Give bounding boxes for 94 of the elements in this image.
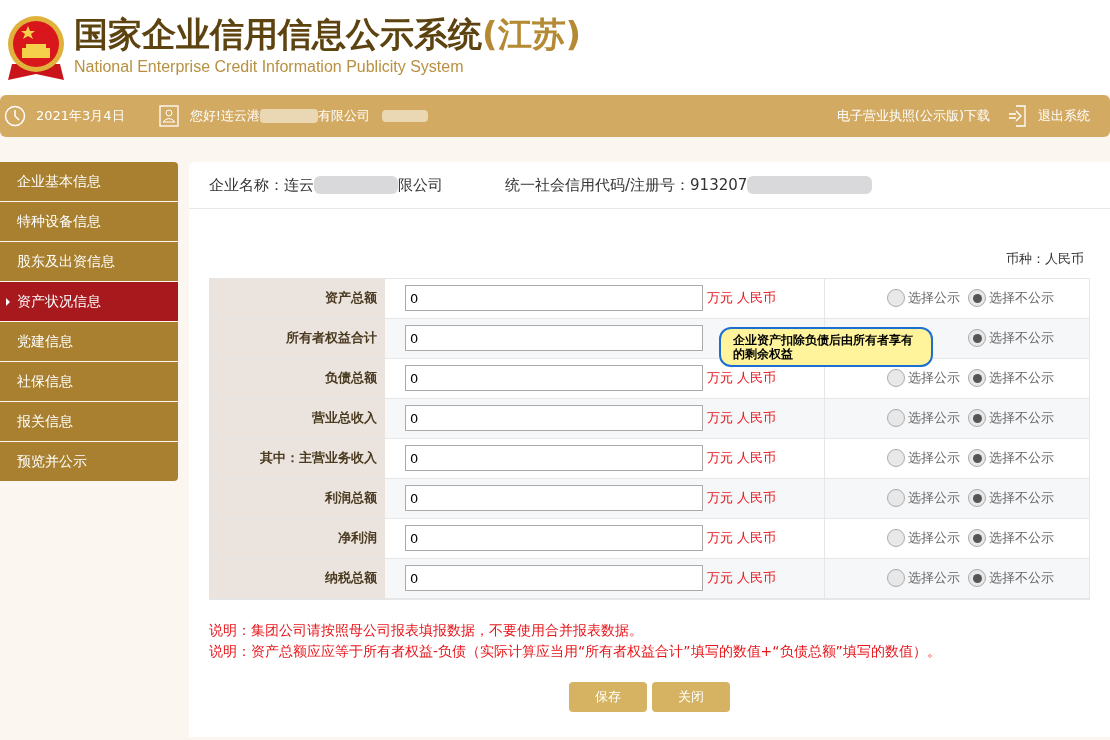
radio-option[interactable]: 选择不公示: [968, 448, 1054, 468]
greeting-text: 有限公司: [317, 107, 370, 126]
option-label: 选择不公示: [989, 369, 1054, 388]
radio-button[interactable]: [968, 489, 986, 507]
option-label: 选择不公示: [989, 489, 1054, 508]
radio-option[interactable]: 选择不公示: [968, 408, 1054, 428]
unit-text: 万元 人民币: [707, 489, 777, 508]
amount-field[interactable]: 0: [405, 285, 703, 311]
unit-text: 万元 人民币: [707, 449, 777, 468]
radio-button[interactable]: [887, 489, 905, 507]
tooltip: 企业资产扣除负债后由所有者享有的剩余权益: [719, 327, 933, 367]
blurred-text: [259, 109, 318, 123]
sidebar-item[interactable]: 预览并公示: [0, 442, 178, 481]
sidebar-item[interactable]: 特种设备信息: [0, 202, 178, 241]
field-label: 净利润: [210, 518, 385, 558]
radio-button[interactable]: [968, 409, 986, 427]
radio-option[interactable]: 选择不公示: [968, 288, 1054, 308]
radio-option[interactable]: 选择公示: [887, 448, 960, 468]
field-label: 利润总额: [210, 478, 385, 518]
radio-option[interactable]: 选择不公示: [968, 568, 1054, 588]
blurred-text: [381, 110, 428, 122]
currency-label: 币种：人民币: [1006, 250, 1084, 268]
field-label: 所有者权益合计: [210, 318, 385, 358]
region-title: (江苏): [482, 16, 582, 51]
radio-button[interactable]: [887, 449, 905, 467]
amount-field[interactable]: 0: [405, 325, 703, 351]
caret-icon: [6, 298, 10, 306]
option-label: 选择公示: [908, 409, 960, 428]
radio-button[interactable]: [887, 569, 905, 587]
amount-field[interactable]: 0: [405, 485, 703, 511]
unit-text: 万元 人民币: [707, 409, 777, 428]
sidebar-item[interactable]: 企业基本信息: [0, 162, 178, 201]
option-label: 选择公示: [908, 369, 960, 388]
radio-button[interactable]: [887, 409, 905, 427]
radio-option[interactable]: 选择公示: [887, 528, 960, 548]
field-label: 其中：主营业务收入: [210, 438, 385, 478]
radio-button[interactable]: [968, 369, 986, 387]
radio-button[interactable]: [968, 569, 986, 587]
user-icon: [158, 105, 179, 127]
unit-text: 万元 人民币: [707, 569, 777, 588]
note-text: 说明：集团公司请按照母公司报表填报数据，不要使用合并报表数据。: [209, 620, 644, 640]
option-label: 选择不公示: [989, 409, 1054, 428]
amount-field[interactable]: 0: [405, 445, 703, 471]
radio-button[interactable]: [887, 289, 905, 307]
option-label: 选择公示: [908, 569, 960, 588]
amount-field[interactable]: 0: [405, 405, 703, 431]
date-text: 2021年3月4日: [36, 107, 125, 126]
unit-text: 万元 人民币: [707, 289, 777, 308]
option-label: 选择公示: [908, 529, 960, 548]
radio-button[interactable]: [968, 449, 986, 467]
credit-code: 统一社会信用代码/注册号：913207: [505, 174, 748, 196]
option-label: 选择不公示: [989, 529, 1054, 548]
sidebar-item[interactable]: 股东及出资信息: [0, 242, 178, 281]
field-label: 负债总额: [210, 358, 385, 398]
radio-option[interactable]: 选择不公示: [968, 368, 1054, 388]
sidebar-item[interactable]: 报关信息: [0, 402, 178, 441]
radio-option[interactable]: 选择不公示: [968, 528, 1054, 548]
radio-option[interactable]: 选择不公示: [968, 488, 1054, 508]
field-label: 营业总收入: [210, 398, 385, 438]
radio-button[interactable]: [968, 329, 986, 347]
option-label: 选择不公示: [989, 329, 1054, 348]
radio-button[interactable]: [968, 529, 986, 547]
note-text: 说明：资产总额应应等于所有者权益-负债（实际计算应当用“所有者权益合计”填写的数值+“负债总额”填写的数值）。: [209, 641, 942, 661]
option-label: 选择不公示: [989, 289, 1054, 308]
radio-option[interactable]: 选择不公示: [968, 328, 1054, 348]
option-label: 选择不公示: [989, 449, 1054, 468]
radio-option[interactable]: 选择公示: [887, 368, 960, 388]
radio-button[interactable]: [887, 529, 905, 547]
option-label: 选择公示: [908, 489, 960, 508]
site-subtitle: National Enterprise Credit Information Publicity System: [74, 56, 465, 77]
clock-icon: [4, 105, 26, 127]
radio-button[interactable]: [968, 289, 986, 307]
amount-field[interactable]: 0: [405, 565, 703, 591]
amount-field[interactable]: 0: [405, 365, 703, 391]
field-label: 纳税总额: [210, 558, 385, 598]
radio-option[interactable]: 选择公示: [887, 408, 960, 428]
sidebar-item[interactable]: 社保信息: [0, 362, 178, 401]
radio-option[interactable]: 选择公示: [887, 488, 960, 508]
radio-option[interactable]: 选择公示: [887, 288, 960, 308]
radio-button[interactable]: [887, 369, 905, 387]
greeting-text: 您好!连云港: [189, 107, 260, 126]
radio-option[interactable]: 选择公示: [887, 568, 960, 588]
field-label: 资产总额: [210, 278, 385, 318]
unit-text: 万元 人民币: [707, 529, 777, 548]
unit-text: 万元 人民币: [707, 369, 777, 388]
sidebar-item[interactable]: 资产状况信息: [0, 282, 178, 321]
option-label: 选择公示: [908, 289, 960, 308]
option-label: 选择公示: [908, 449, 960, 468]
company-name: 限公司: [398, 174, 443, 196]
site-title: 国家企业信用信息公示系统: [74, 16, 482, 51]
company-name: 企业名称：连云: [209, 174, 314, 196]
sidebar-item[interactable]: 党建信息: [0, 322, 178, 361]
option-label: 选择不公示: [989, 569, 1054, 588]
amount-field[interactable]: 0: [405, 525, 703, 551]
